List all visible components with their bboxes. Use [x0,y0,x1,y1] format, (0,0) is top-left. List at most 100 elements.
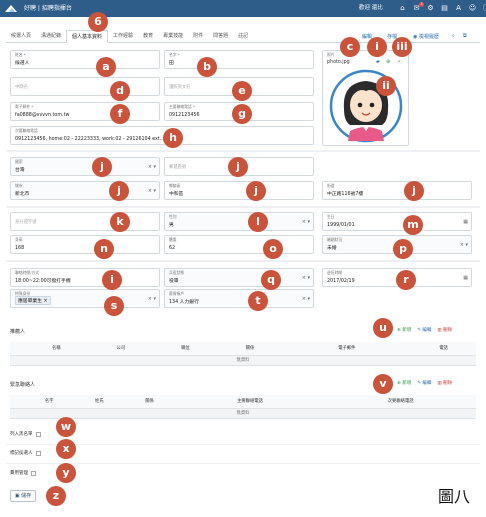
annotation-badge: e [232,81,252,101]
tab-candidate[interactable]: 候選人頁 [6,30,36,42]
height-value: 168 [15,246,25,251]
save-button-label: 儲存 [21,493,32,499]
secondary-phone-value: 0912123456, home:02 - 22223333, work:02 … [15,137,165,142]
tab-notes[interactable]: 註記 [233,30,253,42]
blacklist-checkbox-row[interactable]: 列入黑名單 [10,431,41,437]
tab-communication[interactable]: 溝通紀錄 [36,30,66,42]
column-header[interactable]: 次要聯絡電話 [325,395,476,409]
email-field[interactable]: 電子郵件 * fa0888@vvvvn.tom.tw [10,102,160,121]
fee-management-checkbox-row[interactable]: 費用管理 [10,470,36,476]
annotation-badge: u [373,318,393,338]
column-header[interactable]: 職位 [153,342,218,356]
gender-select[interactable]: 性別 男 × ▾ [164,212,314,231]
tab-basic-info[interactable]: 個人基本資料 [66,30,109,43]
annotation-badge: x [56,439,76,459]
annotation-badge: s [104,296,124,316]
annotation-badge: b [197,57,217,77]
add-emergency-button[interactable]: ⊕ 新增 [397,380,411,386]
street-label: 街道 [327,183,335,188]
mail-icon[interactable]: ✉ 3 [412,2,424,13]
given-name-label: 名字 * [169,52,180,57]
delete-referee-button[interactable]: ▥ 刪除 [437,327,452,333]
english-name-placeholder: 護照英文名 [169,84,191,90]
save-button[interactable]: ▣ 儲存 [10,490,36,502]
upload-icon[interactable]: ⊕ [386,59,390,65]
district-field[interactable]: 鄉鎮區 中和區 [164,181,314,200]
tab-attachments[interactable]: 附件 [188,30,208,42]
table-select-column [10,395,24,409]
id-number-field[interactable]: 身分證字號 [10,212,160,231]
home-icon[interactable]: ⌂ [398,3,407,13]
user-icon[interactable]: ☺ [468,3,477,13]
select-controls[interactable]: × ▾ [302,219,310,225]
special-status-tag[interactable]: 應屆畢業生 × [15,296,51,305]
tab-skills[interactable]: 專業技能 [158,30,188,42]
name-field[interactable]: 姓名 * 候選人 [10,50,160,69]
flag-candidate-checkbox-row[interactable]: 標記侯選人 [10,450,41,456]
name-value: 候選人 [15,61,30,66]
weight-field[interactable]: 體重 62 [164,235,314,254]
delete-label: 刪除 [443,381,453,386]
select-controls[interactable]: × ▾ [148,296,156,302]
column-header[interactable]: 主要聯絡電話 [174,395,326,409]
birthday-field[interactable]: 生日 1999/01/01 ▦ [322,212,472,231]
column-header[interactable]: 電子郵件 [282,342,412,356]
select-controls[interactable]: × ▾ [302,296,310,302]
tab-questions[interactable]: 問答題 [208,30,233,42]
military-select[interactable]: 兵役狀態 役畢 × ▾ [164,268,314,287]
gender-label: 性別 [169,214,177,219]
street-field[interactable]: 街道 中正路116號7樓 [322,181,472,200]
city-select[interactable]: 城市 新北市 × ▾ [10,181,160,200]
brand-logo-icon[interactable] [4,4,18,13]
column-header[interactable]: 公司 [88,342,154,356]
middle-name-field[interactable]: 中間名 [10,77,160,96]
select-controls[interactable]: × ▾ [460,242,468,248]
select-controls[interactable]: × ▾ [148,164,156,170]
select-controls[interactable]: × ▾ [148,188,156,194]
document-icon[interactable]: ▤ [440,3,449,13]
given-name-value: 田 [169,61,174,66]
remove-photo-icon[interactable]: × [397,59,401,65]
column-header[interactable]: 名字 [24,395,75,409]
column-header[interactable]: 電話 [411,342,476,356]
annotation-badge: v [373,374,393,394]
folder-icon[interactable]: ▰ [376,59,380,65]
tab-work-experience[interactable]: 工作經驗 [108,30,138,42]
preview-resume-link[interactable]: ◉ 檢視履歷 [413,33,439,40]
country-select[interactable]: 國家 台灣 × ▾ [10,157,160,176]
edit-referee-button[interactable]: ✎ 編輯 [417,327,431,333]
annotation-badge: j [404,181,424,201]
annotation-badge: w [56,417,76,437]
column-header[interactable]: 名稱 [24,342,89,356]
contact-time-field[interactable]: 聯絡時間/方式 18:00~22:00可撥打手機 [10,268,160,287]
height-field[interactable]: 身高 168 [10,235,160,254]
flag-candidate-checkbox[interactable] [35,450,41,456]
city-value: 新北市 [15,192,30,197]
annotation-badge: j [92,157,112,177]
annotation-badge: c [340,37,360,57]
fee-management-checkbox[interactable] [31,470,36,476]
secondary-phone-field[interactable]: 次要聯絡電話 0912123456, home:02 - 22223333, w… [10,126,314,145]
calendar-icon[interactable]: ▦ [463,275,468,281]
edit-emergency-button[interactable]: ✎ 編輯 [417,380,431,386]
tab-education[interactable]: 教育 [138,30,158,42]
info-icon[interactable]: ⓘ [482,3,486,13]
column-header[interactable]: 姓氏 [74,395,125,409]
given-name-field[interactable]: 名字 * 田 [164,50,314,69]
delete-emergency-button[interactable]: ▥ 刪除 [437,380,452,386]
annotation-badge: j [246,181,266,201]
special-status-select[interactable]: 特殊身份 應屆畢業生 × × ▾ [10,289,160,308]
select-controls[interactable]: × ▾ [302,275,310,281]
copy-icon[interactable]: ⧉ [463,33,467,39]
bank-label: 薪資帳戶 [169,291,185,296]
bank-select[interactable]: 薪資帳戶 134 人力銀行 × ▾ [164,289,314,308]
column-header[interactable]: 關係 [124,395,175,409]
middle-name-placeholder: 中間名 [15,84,28,90]
search-icon[interactable]: ⌕ [452,33,455,39]
font-a-icon[interactable]: A [454,3,463,13]
calendar-icon[interactable]: ▦ [463,219,468,225]
blacklist-checkbox[interactable] [35,431,41,437]
gear-icon[interactable]: ⚙ [426,3,435,13]
column-header[interactable]: 關係 [217,342,283,356]
add-referee-button[interactable]: ⊕ 新增 [397,327,411,333]
